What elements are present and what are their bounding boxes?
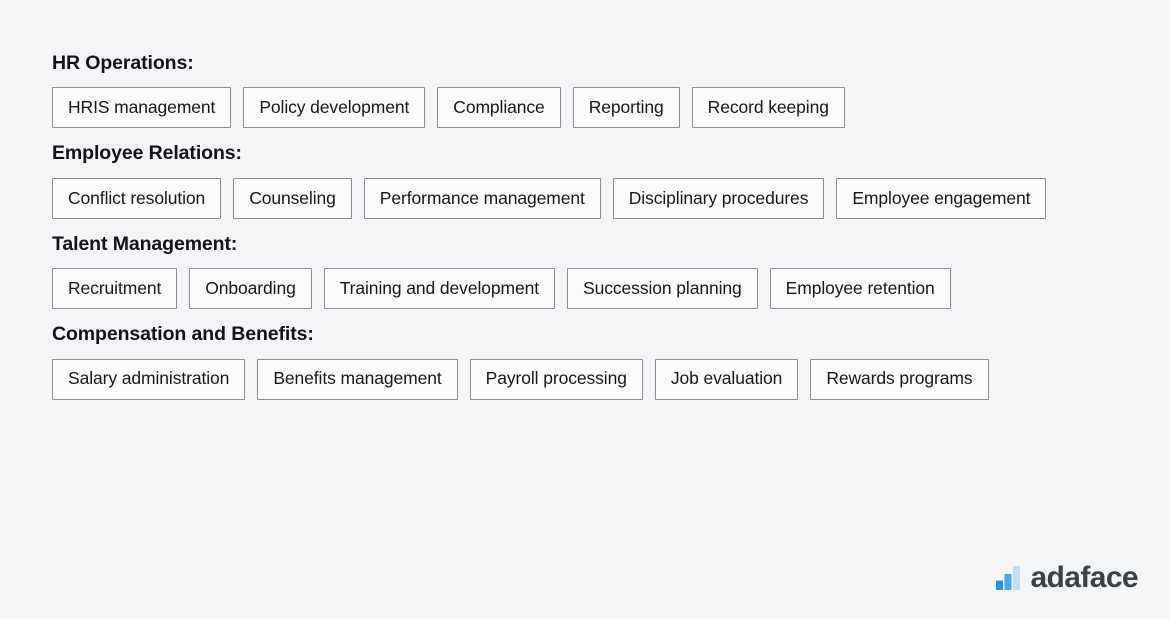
tag-row: Recruitment Onboarding Training and deve…: [52, 268, 1087, 310]
tag-item[interactable]: Payroll processing: [469, 358, 643, 400]
bar-chart-logo-icon: [996, 566, 1021, 590]
tag-item[interactable]: Disciplinary procedures: [612, 177, 825, 219]
adaface-logo: adaface: [995, 561, 1139, 594]
section-heading: HR Operations:: [52, 52, 194, 74]
tag-item[interactable]: Employee engagement: [836, 177, 1047, 219]
tag-item[interactable]: Compliance: [437, 87, 561, 129]
tag-item[interactable]: Succession planning: [567, 268, 758, 310]
section-heading: Employee Relations:: [52, 142, 242, 165]
tag-item[interactable]: Conflict resolution: [52, 177, 222, 219]
tag-item[interactable]: Performance management: [363, 177, 601, 219]
tag-item[interactable]: Record keeping: [691, 87, 845, 129]
section-employee-relations: Employee Relations: Conflict resolution …: [52, 142, 1130, 219]
tag-item[interactable]: Salary administration: [52, 358, 246, 400]
tag-item[interactable]: Job evaluation: [654, 358, 799, 400]
tag-row: HRIS management Policy development Compl…: [52, 87, 1087, 129]
page-root: HR Operations: HRIS management Policy de…: [0, 0, 1170, 619]
tag-item[interactable]: Rewards programs: [810, 358, 989, 400]
tag-item[interactable]: Onboarding: [189, 268, 312, 310]
adaface-wordmark: adaface: [1030, 561, 1138, 594]
tag-item[interactable]: Policy development: [243, 87, 426, 129]
section-heading: Talent Management:: [52, 232, 238, 255]
section-hr-operations: HR Operations: HRIS management Policy de…: [52, 52, 1130, 129]
tag-item[interactable]: Training and development: [323, 268, 556, 310]
section-compensation-and-benefits: Compensation and Benefits: Salary admini…: [52, 323, 1130, 400]
tag-item[interactable]: Reporting: [572, 87, 680, 129]
tag-item[interactable]: Benefits management: [257, 358, 458, 400]
tag-item[interactable]: Employee retention: [769, 268, 951, 310]
section-heading: Compensation and Benefits:: [52, 323, 314, 346]
tag-row: Salary administration Benefits managemen…: [52, 358, 1087, 400]
tag-row: Conflict resolution Counseling Performan…: [52, 177, 1087, 219]
section-talent-management: Talent Management: Recruitment Onboardin…: [52, 232, 1130, 310]
tag-item[interactable]: HRIS management: [52, 87, 232, 129]
tag-item[interactable]: Recruitment: [52, 268, 178, 310]
tag-item[interactable]: Counseling: [233, 177, 352, 219]
